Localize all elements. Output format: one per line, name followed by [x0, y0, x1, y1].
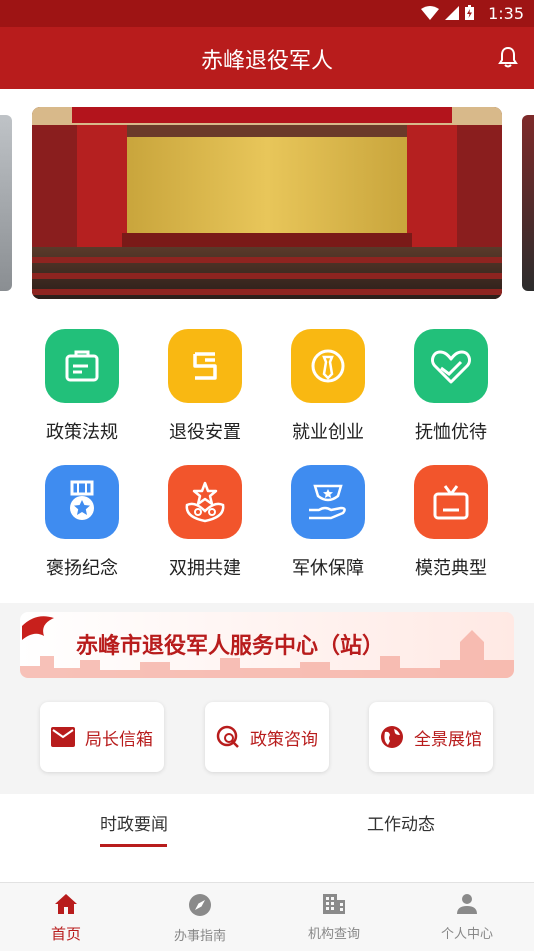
app-bar: 赤峰退役军人: [0, 27, 534, 89]
menu-item-support-army[interactable]: 双拥共建: [150, 465, 260, 580]
nav-label: 个人中心: [440, 927, 493, 942]
menu-item-model[interactable]: 模范典型: [396, 465, 506, 580]
menu-item-label: 就业创业: [292, 422, 364, 443]
menu-item-policy[interactable]: 政策法规: [27, 329, 137, 444]
menu-item-label: 政策法规: [46, 422, 118, 443]
signal-icon: [445, 5, 459, 20]
policy-consult-button[interactable]: 政策咨询: [205, 702, 329, 772]
medal-tie-icon: [291, 329, 365, 403]
star-flower-icon: [168, 465, 242, 539]
menu-item-commemoration[interactable]: 褒扬纪念: [27, 465, 137, 580]
nav-profile[interactable]: 个人中心: [417, 893, 517, 942]
menu-item-employment[interactable]: 就业创业: [273, 329, 383, 444]
menu-item-retiree[interactable]: 军休保障: [273, 465, 383, 580]
compass-icon: [189, 894, 211, 916]
menu-item-label: 退役安置: [169, 422, 241, 443]
menu-item-resettlement[interactable]: 退役安置: [150, 329, 260, 444]
nav-guide[interactable]: 办事指南: [150, 893, 250, 944]
menu-item-label: 模范典型: [415, 558, 487, 579]
banner-image[interactable]: [32, 107, 502, 299]
building-icon: [323, 894, 345, 914]
badge-hand-icon: [291, 465, 365, 539]
person-icon: [457, 894, 477, 914]
medal-star-icon: [45, 465, 119, 539]
bracket-s-icon: [168, 329, 242, 403]
search-globe-icon: [216, 725, 239, 748]
menu-item-label: 褒扬纪念: [46, 558, 118, 579]
banner-photo: [32, 107, 502, 299]
home-icon: [55, 894, 77, 914]
service-center-banner[interactable]: 赤峰市退役军人服务中心（站）: [20, 612, 514, 678]
action-label: 局长信箱: [85, 729, 153, 750]
tab-politics-news[interactable]: 时政要闻: [100, 810, 168, 835]
service-center-title: 赤峰市退役军人服务中心（站）: [76, 633, 385, 659]
banner-prev-peek[interactable]: [0, 115, 12, 291]
action-label: 政策咨询: [250, 729, 318, 750]
menu-item-pension[interactable]: 抚恤优待: [396, 329, 506, 444]
tab-indicator: [100, 844, 167, 847]
panorama-hall-button[interactable]: 全景展馆: [369, 702, 493, 772]
action-label: 全景展馆: [414, 729, 482, 750]
nav-home[interactable]: 首页: [16, 893, 116, 944]
folder-icon: [45, 329, 119, 403]
tab-work-updates[interactable]: 工作动态: [367, 810, 435, 835]
bottom-nav: 首页 办事指南 机构查询 个人中心: [0, 882, 534, 951]
wifi-icon: [421, 5, 439, 20]
bell-icon[interactable]: [498, 46, 518, 68]
nav-label: 首页: [50, 925, 81, 943]
news-tabs: 时政要闻 工作动态: [0, 794, 534, 882]
director-mailbox-button[interactable]: 局长信箱: [40, 702, 164, 772]
menu-item-label: 军休保障: [292, 558, 364, 579]
status-bar: 1:35: [0, 0, 534, 27]
quick-actions: 局长信箱 政策咨询 全景展馆: [0, 690, 534, 794]
banner-next-peek[interactable]: [522, 115, 534, 291]
battery-icon: [465, 5, 474, 20]
menu-item-label: 抚恤优待: [415, 422, 487, 443]
nav-label: 机构查询: [307, 927, 360, 942]
banner-carousel[interactable]: [0, 89, 534, 311]
status-icons: [421, 5, 474, 20]
globe-icon: [381, 726, 403, 748]
nav-institutions[interactable]: 机构查询: [284, 893, 384, 942]
mail-icon: [51, 727, 75, 747]
tv-icon: [414, 465, 488, 539]
heart-hands-icon: [414, 329, 488, 403]
service-grid: 政策法规 退役安置 就业创业 抚恤优待 褒扬纪念 双拥共建 军休保障 模范典型: [0, 311, 534, 603]
page-title: 赤峰退役军人: [200, 49, 333, 74]
menu-item-label: 双拥共建: [169, 558, 241, 579]
status-time: 1:35: [488, 4, 524, 23]
nav-label: 办事指南: [173, 929, 226, 944]
